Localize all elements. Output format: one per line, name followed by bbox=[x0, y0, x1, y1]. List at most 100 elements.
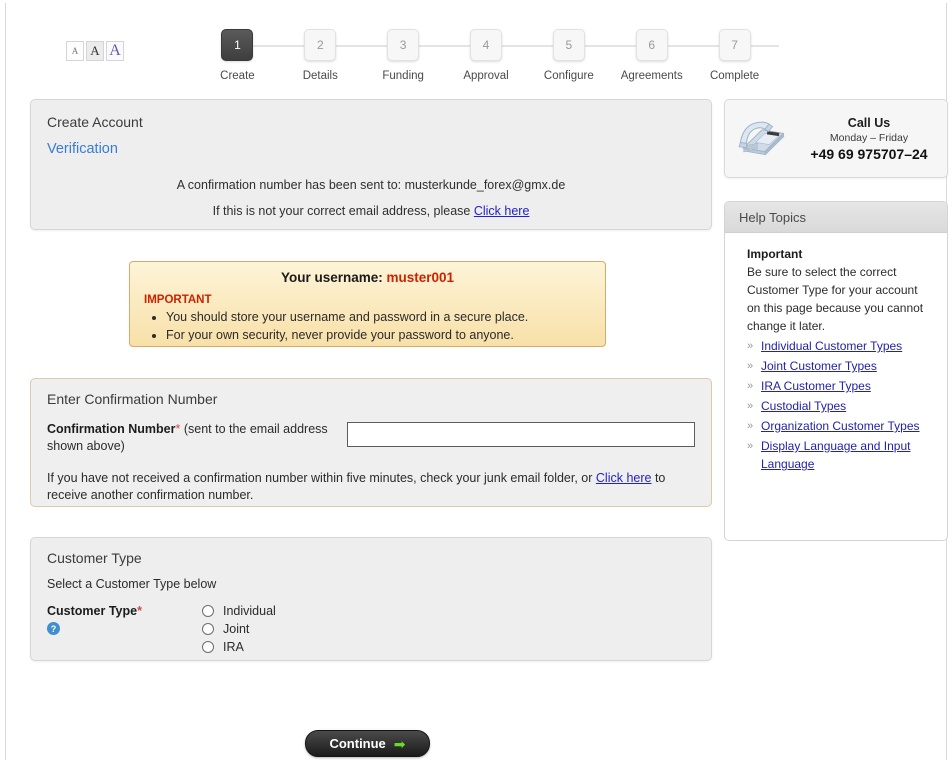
help-topics-panel: Help Topics Important Be sure to select … bbox=[724, 201, 948, 541]
step-5-configure[interactable]: 5 Configure bbox=[527, 29, 610, 82]
required-star: * bbox=[137, 604, 142, 618]
help-topic-link-individual[interactable]: Individual Customer Types bbox=[761, 337, 902, 355]
customer-type-label-column: Customer Type* ? bbox=[47, 604, 202, 654]
radio-option-individual[interactable]: Individual bbox=[202, 604, 276, 618]
list-item: » Organization Customer Types bbox=[747, 417, 933, 435]
confirmation-email-address: musterkunde_forex@gmx.de bbox=[404, 178, 566, 192]
help-topic-link-organization[interactable]: Organization Customer Types bbox=[761, 417, 920, 435]
font-size-large-button[interactable]: A bbox=[106, 41, 124, 61]
confirmation-number-input[interactable] bbox=[347, 422, 695, 447]
step-label: Create bbox=[220, 70, 255, 82]
call-us-phone-number: +49 69 975707–24 bbox=[810, 145, 928, 162]
step-label: Approval bbox=[463, 70, 509, 82]
customer-type-label-text: Customer Type bbox=[47, 604, 138, 618]
wrong-email-text: If this is not your correct email addres… bbox=[212, 204, 474, 218]
radio-label: Joint bbox=[223, 622, 250, 636]
help-topics-paragraph: Be sure to select the correct Customer T… bbox=[747, 265, 924, 333]
call-us-text-block: Call Us Monday – Friday +49 69 975707–24 bbox=[799, 116, 947, 162]
help-topics-important-label: Important bbox=[747, 247, 803, 261]
list-item: » Custodial Types bbox=[747, 397, 933, 415]
username-value: muster001 bbox=[386, 270, 455, 285]
panel-title-create-account: Create Account bbox=[47, 114, 143, 130]
step-label: Configure bbox=[543, 70, 594, 82]
step-3-funding[interactable]: 3 Funding bbox=[362, 29, 445, 82]
step-number-badge[interactable]: 5 bbox=[552, 29, 585, 61]
radio-circle-icon[interactable] bbox=[202, 623, 214, 635]
customer-type-subtitle: Select a Customer Type below bbox=[47, 577, 217, 591]
progress-stepper: 1 Create 2 Details 3 Funding 4 Approval … bbox=[196, 29, 779, 87]
confirmation-label-bold: Confirmation Number bbox=[47, 422, 176, 436]
wrong-email-message: If this is not your correct email addres… bbox=[47, 204, 695, 218]
chevron-double-right-icon: » bbox=[747, 420, 754, 432]
list-item: » Individual Customer Types bbox=[747, 337, 933, 355]
confirmation-sent-message: A confirmation number has been sent to: … bbox=[47, 178, 695, 192]
help-topic-link-ira[interactable]: IRA Customer Types bbox=[761, 377, 871, 395]
verification-subtitle-link[interactable]: Verification bbox=[47, 141, 695, 157]
important-label: IMPORTANT bbox=[144, 294, 212, 306]
step-number-badge[interactable]: 3 bbox=[387, 29, 420, 61]
panel-title-customer-type: Customer Type bbox=[47, 550, 142, 566]
create-account-panel: Create Account Verification A confirmati… bbox=[30, 99, 712, 230]
chevron-double-right-icon: » bbox=[747, 440, 754, 452]
help-topics-link-list: » Individual Customer Types » Joint Cust… bbox=[747, 337, 933, 473]
chevron-double-right-icon: » bbox=[747, 360, 754, 372]
panel-title-confirmation: Enter Confirmation Number bbox=[47, 391, 218, 407]
help-topics-header: Help Topics bbox=[725, 202, 947, 233]
step-label: Details bbox=[302, 70, 338, 82]
step-number-badge[interactable]: 4 bbox=[470, 29, 502, 61]
continue-button-label: Continue bbox=[329, 736, 386, 751]
radio-label: IRA bbox=[223, 640, 244, 654]
list-item: You should store your username and passw… bbox=[166, 308, 591, 326]
radio-circle-icon[interactable] bbox=[202, 605, 214, 617]
list-item: » Joint Customer Types bbox=[747, 357, 933, 375]
step-7-complete[interactable]: 7 Complete bbox=[693, 29, 776, 82]
radio-option-ira[interactable]: IRA bbox=[202, 640, 276, 654]
username-notice-box: Your username: muster001 IMPORTANT You s… bbox=[129, 261, 606, 347]
customer-type-radio-group: Individual Joint IRA bbox=[202, 604, 276, 654]
chevron-double-right-icon: » bbox=[747, 340, 754, 352]
radio-option-joint[interactable]: Joint bbox=[202, 622, 276, 636]
list-item: For your own security, never provide you… bbox=[166, 326, 591, 344]
call-us-panel: Call Us Monday – Friday +49 69 975707–24 bbox=[724, 99, 948, 178]
confirmation-field-row: Confirmation Number* (sent to the email … bbox=[47, 421, 695, 455]
call-us-hours: Monday – Friday bbox=[829, 131, 909, 144]
customer-type-field-label: Customer Type* bbox=[47, 604, 202, 618]
step-number-badge[interactable]: 7 bbox=[718, 29, 751, 61]
step-4-approval[interactable]: 4 Approval bbox=[445, 29, 528, 82]
page-container: A A A 1 Create 2 Details 3 Funding 4 App… bbox=[5, 3, 948, 760]
step-6-agreements[interactable]: 6 Agreements bbox=[610, 29, 693, 82]
step-number-badge[interactable]: 1 bbox=[221, 29, 254, 61]
help-topic-link-language[interactable]: Display Language and Input Language bbox=[761, 437, 933, 473]
call-us-title: Call Us bbox=[847, 115, 891, 130]
username-notice-list: You should store your username and passw… bbox=[144, 308, 591, 344]
resend-confirmation-link[interactable]: Click here bbox=[596, 471, 652, 485]
note-text-before: If you have not received a confirmation … bbox=[47, 471, 596, 485]
username-heading: Your username: muster001 bbox=[144, 270, 591, 285]
chevron-double-right-icon: » bbox=[747, 380, 754, 392]
confirmation-help-note: If you have not received a confirmation … bbox=[47, 470, 695, 504]
help-question-icon[interactable]: ? bbox=[47, 622, 60, 635]
list-item: » Display Language and Input Language bbox=[747, 437, 933, 473]
continue-button[interactable]: Continue ➡ bbox=[305, 730, 430, 757]
help-topic-link-custodial[interactable]: Custodial Types bbox=[761, 397, 846, 415]
telephone-icon bbox=[725, 118, 799, 160]
change-email-link[interactable]: Click here bbox=[474, 204, 530, 218]
step-2-details[interactable]: 2 Details bbox=[279, 29, 362, 82]
username-heading-label: Your username: bbox=[280, 270, 387, 285]
step-number-badge[interactable]: 2 bbox=[304, 29, 337, 61]
radio-circle-icon[interactable] bbox=[202, 641, 214, 653]
list-item: » IRA Customer Types bbox=[747, 377, 933, 395]
help-topic-link-joint[interactable]: Joint Customer Types bbox=[761, 357, 877, 375]
enter-confirmation-number-panel: Enter Confirmation Number Confirmation N… bbox=[30, 378, 712, 507]
customer-type-field-row: Customer Type* ? Individual Joint IRA bbox=[47, 604, 695, 654]
step-label: Funding bbox=[382, 70, 424, 82]
step-number-badge[interactable]: 6 bbox=[635, 29, 668, 61]
chevron-double-right-icon: » bbox=[747, 400, 754, 412]
font-size-small-button[interactable]: A bbox=[66, 41, 84, 61]
step-1-create[interactable]: 1 Create bbox=[196, 29, 279, 82]
font-size-medium-button[interactable]: A bbox=[86, 41, 104, 61]
step-label: Agreements bbox=[620, 70, 683, 82]
step-label: Complete bbox=[709, 70, 760, 82]
confirmation-field-label: Confirmation Number* (sent to the email … bbox=[47, 421, 347, 455]
customer-type-panel: Customer Type Select a Customer Type bel… bbox=[30, 537, 712, 661]
